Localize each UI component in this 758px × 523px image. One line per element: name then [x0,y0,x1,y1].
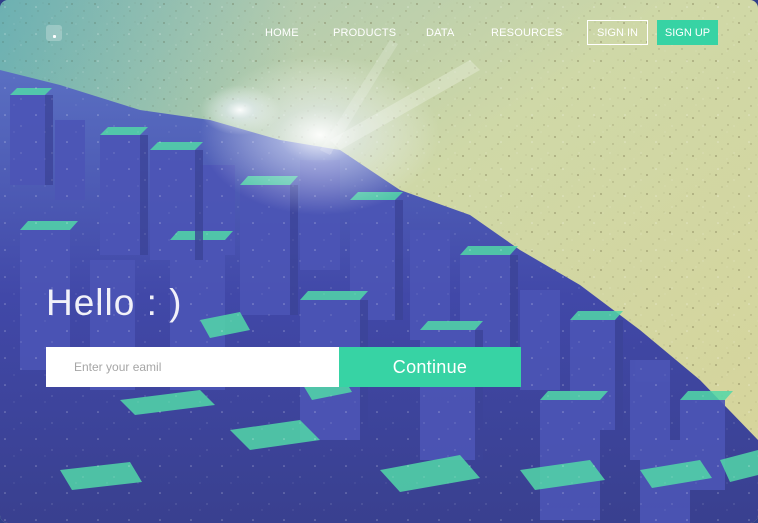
logo-dot [52,35,56,38]
continue-button[interactable]: Continue [339,347,521,387]
nav-products-link[interactable]: PRODUCTS [333,27,396,39]
sign-in-button[interactable]: SIGN IN [587,20,648,45]
email-input[interactable] [46,347,339,387]
hero-background-image [0,0,758,523]
nav-home-link[interactable]: HOME [265,27,299,39]
nav-resources-link[interactable]: RESOURCES [491,27,562,39]
page-frame: HOME PRODUCTS DATA RESOURCES SIGN IN SIG… [0,0,758,523]
hero-greeting: Hello : ) [46,282,183,323]
sign-up-button[interactable]: SIGN UP [657,20,718,45]
nav-data-link[interactable]: DATA [426,27,455,39]
square-dot-logo-icon[interactable] [46,25,62,41]
